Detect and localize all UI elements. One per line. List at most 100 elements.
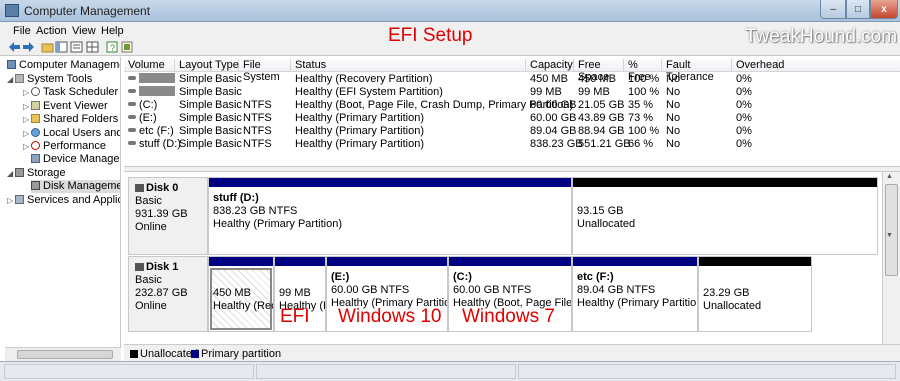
grid-view-icon[interactable] (86, 41, 99, 53)
table-row[interactable]: Simple Basic Healthy (Recovery Partition) 4… (124, 73, 900, 86)
expand-arrow-icon[interactable]: ▷ (23, 129, 31, 138)
collapse-arrow-icon[interactable]: ◢ (7, 75, 15, 84)
forward-arrow-icon[interactable] (22, 41, 35, 53)
cell-free-space: 99 MB (578, 86, 610, 98)
partition-unallocated-disk1[interactable]: 23.29 GB Unallocated (698, 256, 812, 332)
tree-item-task-scheduler[interactable]: ▷ Task Scheduler (23, 86, 118, 99)
menu-view[interactable]: View (72, 25, 96, 37)
menu-action[interactable]: Action (36, 25, 67, 37)
primary-partition-bar (449, 257, 571, 266)
cell-volume: (E:) (128, 112, 157, 124)
volume-icon (128, 141, 136, 145)
cell-free-space: 43.89 GB (578, 112, 625, 124)
expand-arrow-icon[interactable]: ▷ (23, 142, 31, 151)
volume-icon (128, 76, 136, 80)
properties-icon[interactable] (70, 41, 83, 53)
cell-type: Basic (215, 138, 242, 150)
minimize-button[interactable]: – (820, 0, 846, 19)
scroll-down-arrow-icon[interactable]: ▼ (886, 232, 893, 239)
partition-stuff-d[interactable]: stuff (D:) 838.23 GB NTFS Healthy (Prima… (208, 177, 572, 255)
disk-0-label[interactable]: Disk 0 Basic 931.39 GB Online (128, 177, 208, 255)
expand-arrow-icon[interactable]: ▷ (23, 115, 31, 124)
col-header-percent-free[interactable]: % Free (624, 59, 662, 83)
services-icon (15, 195, 24, 204)
disk-icon (135, 184, 144, 192)
partition-unallocated-disk0[interactable]: 93.15 GB Unallocated (572, 177, 878, 255)
tree-item-storage[interactable]: ◢ Storage (7, 167, 66, 180)
table-row[interactable]: stuff (D:) Simple Basic NTFS Healthy (Primar… (124, 138, 900, 151)
primary-partition-bar (327, 257, 447, 266)
cell-capacity: 60.00 GB (530, 112, 577, 124)
tree-item-computer-management[interactable]: Computer Management (7, 59, 120, 72)
tree-horizontal-scrollbar[interactable] (5, 347, 121, 361)
col-header-overhead[interactable]: Overhead (732, 59, 784, 72)
tree-item-local-users-and-groups[interactable]: ▷Local Users and Groups (23, 127, 120, 140)
table-row[interactable]: (E:) Simple Basic NTFS Healthy (Primary Part… (124, 112, 900, 125)
expand-arrow-icon[interactable]: ▷ (7, 196, 15, 205)
up-folder-icon[interactable] (41, 41, 54, 53)
volume-icon (128, 128, 136, 132)
graphical-view-vertical-scrollbar[interactable]: ▲ ▼ (882, 172, 900, 344)
cell-file-system: NTFS (243, 125, 272, 137)
tree-item-performance[interactable]: ▷ Performance (23, 140, 106, 153)
menu-help[interactable]: Help (101, 25, 124, 37)
help-icon[interactable]: ? (106, 41, 119, 53)
cell-layout: Simple (179, 99, 213, 111)
col-header-type[interactable]: Type (211, 59, 239, 72)
primary-partition-bar (275, 257, 325, 266)
cell-overhead: 0% (736, 125, 752, 137)
table-row[interactable]: etc (F:) Simple Basic NTFS Healthy (Primary … (124, 125, 900, 138)
unallocated-swatch (130, 350, 138, 358)
col-header-volume[interactable]: Volume (124, 59, 175, 72)
maximize-button[interactable]: □ (846, 0, 870, 19)
col-header-fault-tolerance[interactable]: Fault Tolerance (662, 59, 732, 83)
scrollbar-thumb[interactable] (17, 350, 113, 359)
device-manager-icon (31, 154, 40, 163)
volume-icon (128, 102, 136, 106)
tree-item-disk-management[interactable]: Disk Management (31, 180, 120, 193)
scroll-up-arrow-icon[interactable]: ▲ (886, 173, 893, 180)
collapse-arrow-icon[interactable]: ◢ (7, 169, 15, 178)
volume-name: etc (F:) (139, 125, 174, 137)
tree-item-shared-folders[interactable]: ▷ Shared Folders (23, 113, 118, 126)
col-header-file-system[interactable]: File System (239, 59, 291, 83)
cell-type: Basic (215, 125, 242, 137)
tree-item-device-manager[interactable]: Device Manager (31, 153, 120, 166)
tree-item-services-and-applications[interactable]: ▷Services and Applications (7, 194, 120, 207)
col-header-capacity[interactable]: Capacity (526, 59, 574, 72)
volume-name: (E:) (139, 112, 157, 124)
table-row[interactable]: Simple Basic Healthy (EFI System Partition… (124, 86, 900, 99)
partition-legend: Unallocated Primary partition (124, 344, 900, 361)
cell-fault-tolerance: No (666, 125, 681, 137)
partition-recovery[interactable]: 450 MB Healthy (Reco (208, 256, 274, 332)
partition-etc-f[interactable]: etc (F:) 89.04 GB NTFS Healthy (Primary … (572, 256, 698, 332)
table-row[interactable]: (C:) Simple Basic NTFS Healthy (Boot, Page F… (124, 99, 900, 112)
cell-fault-tolerance: No (666, 99, 681, 111)
tree-item-event-viewer[interactable]: ▷ Event Viewer (23, 100, 108, 113)
tools-icon (15, 74, 24, 83)
cell-fault-tolerance: No (666, 86, 681, 98)
cell-overhead: 0% (736, 86, 752, 98)
efi-annotation: EFI (280, 306, 310, 327)
cell-layout: Simple (179, 73, 213, 85)
windows-10-annotation: Windows 10 (338, 306, 442, 327)
menu-file[interactable]: File (13, 25, 31, 37)
cell-percent-free: 100 % (628, 73, 660, 85)
back-arrow-icon[interactable] (8, 41, 21, 53)
close-button[interactable]: x (870, 0, 898, 19)
scrollbar-thumb[interactable] (885, 184, 898, 276)
disk-graphical-view: Disk 0 Basic 931.39 GB Online stuff (D:)… (124, 172, 882, 344)
col-header-layout[interactable]: Layout (175, 59, 212, 72)
primary-partition-bar (209, 257, 273, 266)
disk-1-label[interactable]: Disk 1 Basic 232.87 GB Online (128, 256, 208, 332)
tree-item-system-tools[interactable]: ◢ System Tools (7, 73, 92, 86)
col-header-status[interactable]: Status (291, 59, 526, 72)
expand-arrow-icon[interactable]: ▷ (23, 102, 31, 111)
refresh-icon[interactable] (121, 41, 134, 53)
expand-arrow-icon[interactable]: ▷ (23, 88, 31, 97)
cell-capacity: 60.00 GB (530, 99, 577, 111)
col-header-free-space[interactable]: Free Space (574, 59, 624, 83)
show-hide-tree-icon[interactable] (55, 41, 68, 53)
unallocated-bar (699, 257, 811, 266)
unallocated-bar (573, 178, 877, 187)
